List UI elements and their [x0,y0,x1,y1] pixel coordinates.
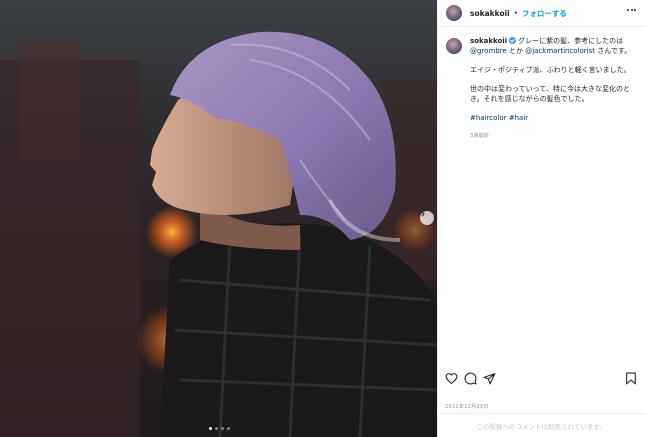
caption-body: sokakkoii グレーに紫の髪、参考にしたのは @grombre とか @ja… [470,36,640,141]
carousel-dot [227,427,230,430]
carousel-indicator [209,427,230,430]
chevron-right-icon [421,211,425,217]
verified-badge-icon [509,37,517,44]
caption-paragraph: 世の中は変わっていって、特に今は大きな変化のとき。それを感じながらの髪色でした。 [470,85,630,103]
mention-link[interactable]: @jackmartincolorist [525,47,595,55]
share-icon [483,373,496,385]
caption-text: グレーに紫の髪、参考にしたのは [518,37,624,45]
next-image-button[interactable] [420,211,434,225]
hashtag-link[interactable]: #hair [509,114,528,122]
bookmark-icon [626,372,636,385]
caption-paragraph: エイジ・ポジティブ派、ふわりと軽く言いました。 [470,66,631,74]
avatar[interactable] [446,5,462,21]
more-options-icon[interactable] [627,9,636,11]
carousel-dot [215,427,218,430]
comment-button[interactable] [464,370,480,386]
comment-icon [464,372,477,385]
like-button[interactable] [445,370,461,386]
post-image[interactable] [0,0,437,437]
carousel-dot [221,427,224,430]
save-button[interactable] [625,370,641,386]
photo-illustration [0,31,437,437]
comments-disabled-notice: この投稿へのコメントは制限されています。 [437,413,645,437]
post-header: sokakkoii • フォローする [438,0,645,27]
caption-username[interactable]: sokakkoii [470,37,507,45]
caption: sokakkoii グレーに紫の髪、参考にしたのは @grombre とか @ja… [446,36,640,141]
avatar[interactable] [446,38,462,54]
share-button[interactable] [483,370,499,386]
hashtags: #haircolor #hair [470,113,640,123]
time-ago[interactable]: 3週間前 [470,131,640,141]
hashtag-link[interactable]: #haircolor [470,114,507,122]
post-date: 2021年12月29日 [445,404,489,410]
comments-disabled-text: この投稿へのコメントは制限されています。 [476,422,606,431]
carousel-dot [209,427,212,430]
heart-icon [445,373,458,385]
caption-text: とか [506,47,526,55]
mention-link[interactable]: @grombre [470,47,507,55]
separator-dot: • [513,9,518,17]
action-bar [445,370,641,386]
caption-text: さんです。 [595,47,632,55]
header-username[interactable]: sokakkoii [470,9,510,18]
follow-button[interactable]: フォローする [522,8,567,19]
